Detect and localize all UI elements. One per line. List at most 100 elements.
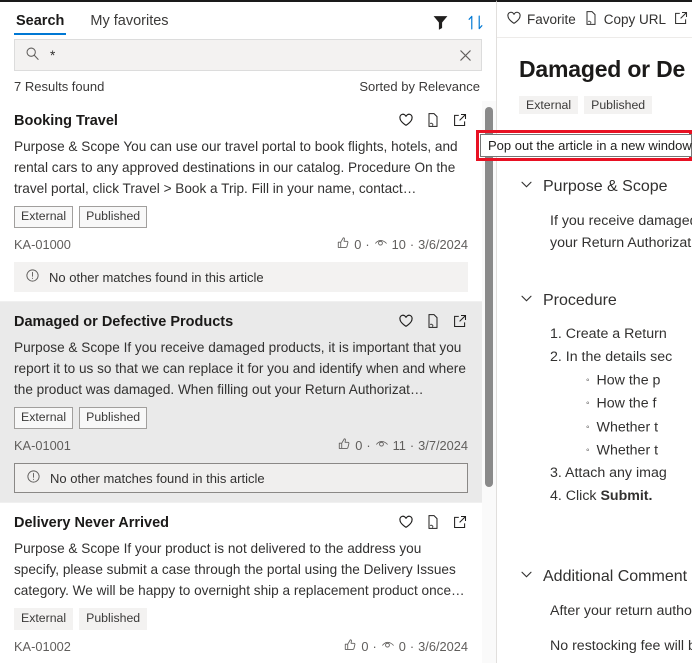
result-card-snippet: Purpose & Scope If you receive damaged p… — [14, 340, 466, 397]
heart-icon — [506, 10, 522, 29]
search-input[interactable] — [50, 47, 448, 63]
result-card-header: Delivery Never Arrived — [14, 513, 468, 533]
section-paragraph: After your return autho — [550, 603, 692, 619]
banner-text: No other matches found in this article — [49, 269, 264, 285]
result-card-actions — [398, 513, 468, 533]
sub-list-text: Whether t — [596, 442, 659, 458]
list-item: ◦ Whether t — [550, 439, 692, 462]
results-scrollbar-thumb[interactable] — [485, 107, 493, 487]
sort-arrows-icon[interactable] — [467, 14, 484, 31]
copy-url-icon[interactable] — [425, 112, 441, 131]
views-icon — [381, 638, 395, 655]
results-summary-row: 7 Results found Sorted by Relevance — [0, 71, 496, 101]
results-scrollbar-track[interactable] — [482, 101, 496, 663]
sub-list-text: How the f — [596, 395, 657, 412]
pop-out-icon[interactable] — [452, 514, 468, 533]
article-date: 3/6/2024 — [418, 237, 468, 252]
result-card-header: Damaged or Defective Products — [14, 312, 468, 332]
section-title: Procedure — [543, 292, 617, 309]
results-list: Booking Travel Purpose & Scope You can us… — [0, 101, 496, 663]
banner-text: No other matches found in this article — [50, 470, 265, 486]
section-paragraph: No restocking fee will b — [550, 638, 692, 654]
list-item: 4. Click Submit. — [550, 485, 692, 508]
article-chip-external: External — [519, 96, 579, 114]
views-icon — [375, 437, 389, 454]
paragraph-line: If you receive damaged — [550, 213, 692, 229]
result-card-stats: 0 · 10 · 3/6/2024 — [336, 236, 468, 253]
sort-label[interactable]: Sorted by Relevance — [359, 79, 480, 94]
article-title: Damaged or De — [519, 56, 686, 82]
knowledge-base-search-app: Search My favorites * 7 Results found So… — [0, 0, 692, 663]
article-date: 3/7/2024 — [418, 438, 468, 453]
pop-out-icon — [673, 10, 689, 29]
list-item: ◦ How the f — [550, 392, 692, 415]
list-item: ◦ Whether t — [550, 416, 692, 439]
copy-url-icon[interactable] — [425, 514, 441, 533]
article-id: KA-01000 — [14, 237, 71, 252]
chevron-down-icon — [519, 177, 534, 197]
list-item: 1. Create a Return — [550, 326, 667, 342]
separator: · — [409, 639, 415, 654]
result-card-chips: External Published — [14, 206, 468, 228]
separator: · — [409, 438, 415, 453]
circle-bullet-icon: ◦ — [586, 398, 590, 410]
heart-icon[interactable] — [398, 514, 414, 533]
result-card-actions — [398, 111, 468, 131]
result-card-meta: KA-01002 0 · 0 · 3/6/2024 — [14, 638, 468, 655]
favorite-label: Favorite — [527, 12, 576, 27]
list-item-bold: Submit. — [600, 488, 653, 504]
search-box[interactable] — [14, 39, 482, 71]
copy-url-icon — [583, 10, 599, 29]
section-header[interactable]: Additional Comment — [519, 567, 692, 587]
chip-published: Published — [79, 407, 148, 429]
chip-external: External — [14, 206, 74, 228]
result-card[interactable]: Delivery Never Arrived Purpose & Scope If… — [0, 503, 482, 663]
pop-out-icon[interactable] — [452, 313, 468, 332]
thumbs-up-icon — [336, 236, 350, 253]
pop-out-button[interactable] — [673, 10, 689, 29]
search-icon — [25, 46, 40, 64]
result-card-stats: 0 · 0 · 3/6/2024 — [343, 638, 468, 655]
tooltip-text: Pop out the article in a new window — [480, 134, 692, 157]
separator: · — [366, 438, 371, 453]
result-card-meta: KA-01001 0 · 11 · 3/7/2024 — [14, 437, 468, 454]
section-paragraph: If you receive damaged your Return Autho… — [519, 210, 692, 254]
chip-published: Published — [79, 206, 148, 228]
filter-funnel-icon[interactable] — [432, 14, 449, 31]
no-matches-banner: No other matches found in this article — [14, 463, 468, 493]
copy-url-label: Copy URL — [603, 12, 667, 27]
article-id: KA-01001 — [14, 438, 71, 453]
heart-icon[interactable] — [398, 112, 414, 131]
info-icon — [25, 268, 40, 286]
tab-my-favorites[interactable]: My favorites — [88, 13, 170, 35]
result-card-title: Delivery Never Arrived — [14, 515, 170, 531]
chip-external: External — [14, 608, 74, 630]
section-additional-comments: Additional Comment After your return aut… — [519, 567, 692, 657]
result-card-snippet: Purpose & Scope You can use our travel p… — [14, 139, 458, 196]
close-icon[interactable] — [458, 48, 473, 63]
section-header[interactable]: Purpose & Scope — [519, 177, 692, 197]
views-count: 10 — [391, 237, 406, 252]
list-item: ◦ How the p — [550, 369, 692, 392]
thumbs-up-icon — [343, 638, 357, 655]
sub-list-text: Whether t — [596, 418, 659, 435]
article-id: KA-01002 — [14, 639, 71, 654]
article-chip-published: Published — [584, 96, 653, 114]
section-header[interactable]: Procedure — [519, 291, 692, 311]
result-card-title: Booking Travel — [14, 113, 118, 129]
result-card-actions — [398, 312, 468, 332]
copy-url-icon[interactable] — [425, 313, 441, 332]
pop-out-icon[interactable] — [452, 112, 468, 131]
views-icon — [374, 236, 388, 253]
result-card[interactable]: Damaged or Defective Products Purpose & … — [0, 302, 482, 503]
tab-search[interactable]: Search — [14, 13, 67, 35]
result-card[interactable]: Booking Travel Purpose & Scope You can us… — [0, 101, 482, 302]
favorite-button[interactable]: Favorite — [506, 10, 576, 29]
article-toolbar: Favorite Copy URL — [497, 2, 692, 38]
article-chips: External Published — [519, 96, 692, 114]
paragraph-line: your Return Authorizat — [550, 235, 692, 251]
search-results-pane: Search My favorites * 7 Results found So… — [0, 0, 496, 663]
heart-icon[interactable] — [398, 313, 414, 332]
copy-url-button[interactable]: Copy URL — [583, 10, 666, 29]
views-count: 0 — [398, 639, 406, 654]
